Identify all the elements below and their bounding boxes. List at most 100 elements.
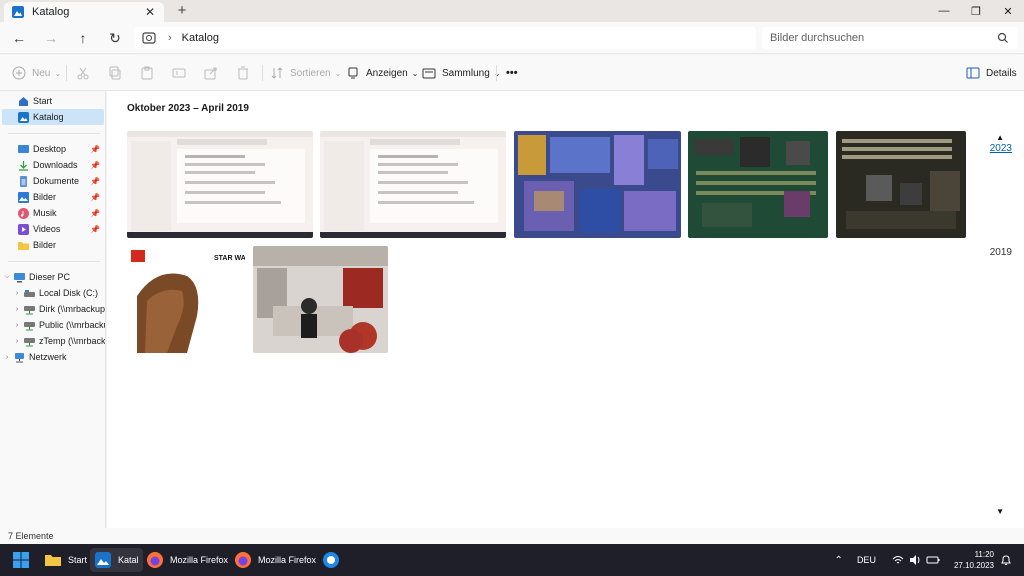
scroll-up-icon[interactable]: ▲: [996, 133, 1004, 142]
search-icon[interactable]: [996, 31, 1010, 45]
delete-button[interactable]: [236, 63, 256, 83]
sidebar-divider: [8, 261, 100, 262]
maximize-button[interactable]: ❐: [960, 0, 992, 22]
sidebar-item-videos[interactable]: Videos 📌: [2, 221, 104, 237]
search-input[interactable]: [770, 32, 996, 44]
new-button[interactable]: Neu ⌄: [12, 63, 61, 83]
sidebar-item-home[interactable]: Start: [2, 93, 104, 109]
chevron-right-icon[interactable]: ›: [12, 322, 22, 329]
chevron-down-icon[interactable]: ⌵: [2, 273, 12, 281]
sidebar-item-network-drive-ztemp[interactable]: › zTemp (\\mrbackup: [2, 333, 105, 349]
drive-icon: [24, 289, 35, 297]
address-bar[interactable]: › Katalog: [134, 27, 756, 49]
paste-button[interactable]: [140, 63, 160, 83]
mainframe-room-thumbnail[interactable]: [253, 246, 388, 353]
pin-icon[interactable]: 📌: [90, 209, 100, 218]
more-options-button[interactable]: •••: [506, 63, 518, 83]
chevron-right-icon[interactable]: ›: [2, 354, 12, 361]
sort-label: Sortieren: [290, 67, 331, 79]
pin-icon[interactable]: 📌: [90, 193, 100, 202]
breadcrumb[interactable]: Katalog: [182, 32, 219, 44]
taskbar-app-blue[interactable]: [318, 548, 350, 572]
pin-icon[interactable]: 📌: [90, 161, 100, 170]
up-button[interactable]: ↑: [72, 28, 94, 48]
new-tab-button[interactable]: +: [172, 2, 192, 20]
screenshot-thumbnail[interactable]: [320, 131, 506, 238]
timeline-year-2019[interactable]: 2019: [990, 247, 1012, 258]
volume-icon[interactable]: [909, 554, 921, 566]
sidebar-item-pictures[interactable]: Bilder 📌: [2, 189, 104, 205]
pin-icon[interactable]: 📌: [90, 177, 100, 186]
minimize-button[interactable]: —: [928, 0, 960, 22]
sidebar-item-katalog[interactable]: Katalog: [2, 109, 104, 125]
gallery-location-icon: [142, 32, 156, 44]
motherboard-photo-thumbnail[interactable]: [688, 131, 828, 238]
pin-icon[interactable]: 📌: [90, 225, 100, 234]
chevron-down-icon: ⌄: [493, 68, 501, 78]
sidebar-item-label: Public (\\mrbackup: [39, 320, 105, 330]
sidebar-item-downloads[interactable]: Downloads 📌: [2, 157, 104, 173]
firefox-icon: [147, 552, 163, 568]
battery-icon[interactable]: [926, 554, 940, 566]
sidebar-item-desktop[interactable]: Desktop 📌: [2, 141, 104, 157]
view-button[interactable]: Anzeigen ⌄: [346, 63, 418, 83]
toolbar-divider: [496, 65, 497, 81]
sidebar-item-network[interactable]: › Netzwerk: [2, 349, 104, 365]
scroll-down-icon[interactable]: ▼: [996, 507, 1004, 516]
home-icon: [19, 96, 28, 106]
sidebar-divider: [8, 133, 100, 134]
back-button[interactable]: ←: [8, 28, 30, 48]
close-tab-icon[interactable]: ✕: [142, 5, 158, 19]
lego-chewbacca-thumbnail[interactable]: STAR WARS: [127, 246, 245, 353]
share-icon: [204, 67, 217, 80]
chevron-right-icon[interactable]: ›: [12, 338, 22, 345]
sidebar-item-documents[interactable]: Dokumente 📌: [2, 173, 104, 189]
sidebar-item-music[interactable]: Musik 📌: [2, 205, 104, 221]
taskbar-firefox-1[interactable]: Mozilla Firefox: [142, 548, 232, 572]
windows-logo-icon: [13, 552, 29, 568]
notification-bell-icon[interactable]: [1000, 554, 1012, 566]
language-indicator[interactable]: DEU: [857, 555, 876, 565]
paste-icon: [141, 66, 153, 80]
chevron-up-icon[interactable]: ⌃: [835, 555, 843, 566]
close-button[interactable]: ✕: [992, 0, 1024, 22]
collection-label: Sammlung: [442, 67, 490, 79]
taskbar-firefox-2[interactable]: Mozilla Firefox: [230, 548, 320, 572]
pin-icon[interactable]: 📌: [90, 145, 100, 154]
app-icon: [323, 552, 339, 568]
sort-button[interactable]: Sortieren ⌄: [270, 63, 341, 83]
sidebar-item-network-drive-dirk[interactable]: › Dirk (\\mrbackup) (: [2, 301, 105, 317]
sidebar-item-local-disk[interactable]: › Local Disk (C:): [2, 285, 104, 301]
sidebar-item-bilder-folder[interactable]: Bilder: [2, 237, 104, 253]
motherboard-photo-thumbnail[interactable]: [836, 131, 966, 238]
screenshot-thumbnail[interactable]: [127, 131, 313, 238]
plus-icon: [12, 66, 26, 80]
copy-button[interactable]: [108, 63, 128, 83]
computer-icon: [14, 272, 25, 282]
cut-button[interactable]: [76, 63, 96, 83]
share-button[interactable]: [204, 63, 224, 83]
tab-katalog[interactable]: Katalog ✕: [4, 2, 164, 22]
rename-button[interactable]: [172, 63, 192, 83]
timeline-year-2023[interactable]: 2023: [990, 143, 1012, 154]
search-box[interactable]: [762, 27, 1018, 49]
wifi-icon[interactable]: [892, 554, 904, 566]
taskbar-katalog-window[interactable]: Katal: [90, 548, 143, 572]
refresh-button[interactable]: ↻: [104, 28, 126, 48]
sidebar-item-network-drive-public[interactable]: › Public (\\mrbackup: [2, 317, 105, 333]
windows-start-button[interactable]: [8, 548, 40, 572]
collection-button[interactable]: Sammlung ⌄: [422, 63, 501, 83]
forward-button[interactable]: →: [40, 28, 62, 48]
sidebar-item-this-pc[interactable]: ⌵ Dieser PC: [2, 269, 104, 285]
details-button[interactable]: Details: [966, 63, 1017, 83]
sidebar-item-label: Bilder: [33, 240, 57, 250]
download-icon: [19, 160, 28, 171]
navigation-pane: Start Katalog Desktop 📌 Downloads 📌 Doku…: [0, 91, 106, 528]
system-tray: ⌃ DEU 11:20 27.10.2023: [835, 544, 1024, 576]
taskbar-file-explorer-home[interactable]: Start: [40, 548, 91, 572]
chip-die-photo-thumbnail[interactable]: [514, 131, 681, 238]
chevron-right-icon[interactable]: ›: [12, 306, 22, 313]
chevron-right-icon[interactable]: ›: [12, 290, 22, 297]
sidebar-item-label: Desktop: [33, 144, 67, 154]
clock[interactable]: 11:20 27.10.2023: [954, 549, 994, 571]
